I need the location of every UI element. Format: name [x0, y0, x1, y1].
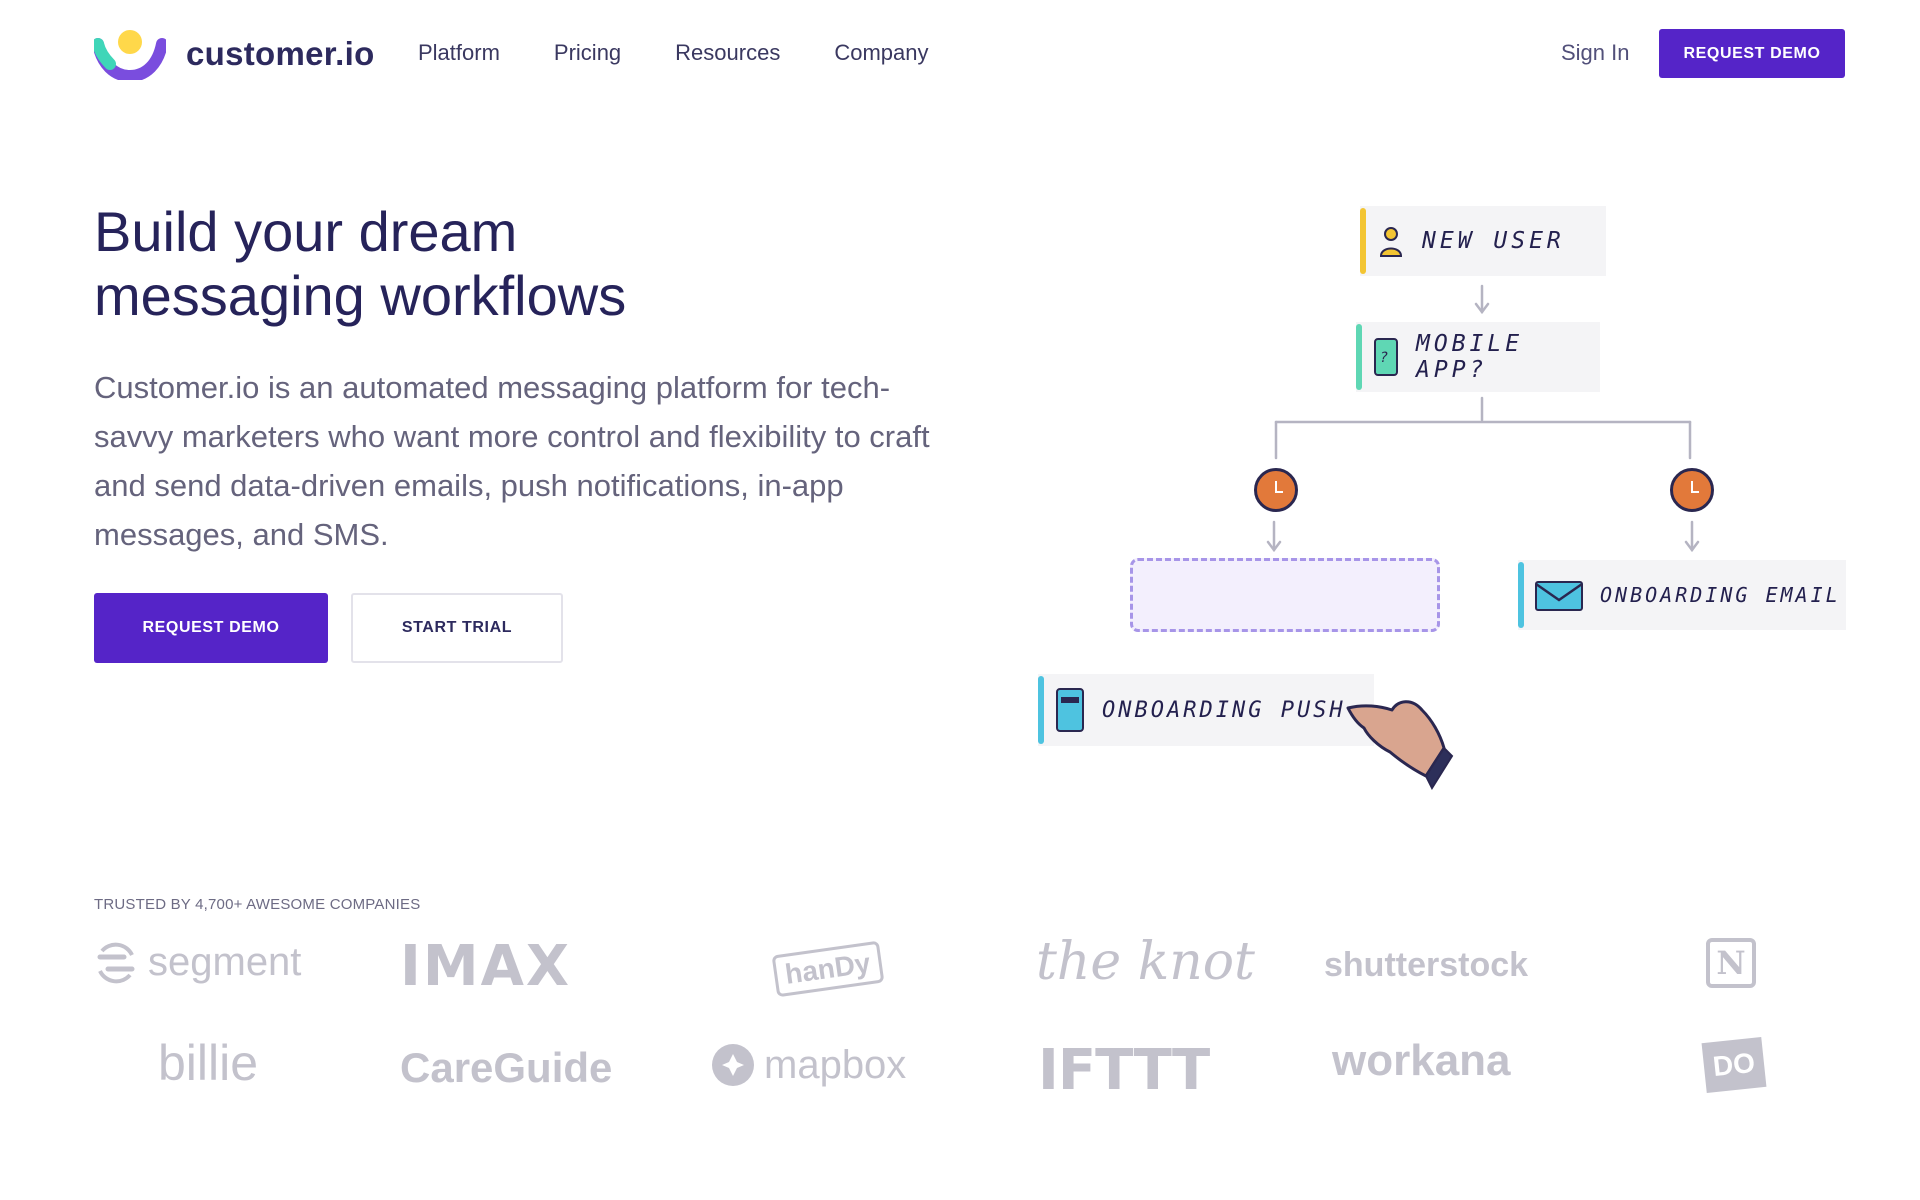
- mapbox-mark-icon: [712, 1044, 754, 1086]
- brand-logo[interactable]: customer.io: [94, 28, 375, 80]
- workflow-card-onboarding-email: ONBOARDING EMAIL: [1518, 560, 1846, 630]
- logo-text: shutterstock: [1324, 946, 1529, 984]
- logo-segment: segment: [94, 940, 301, 985]
- envelope-icon: [1535, 581, 1583, 611]
- svg-text:?: ?: [1380, 350, 1391, 366]
- logo-careguide: CareGuide: [400, 1044, 612, 1092]
- logo-text: billie: [158, 1035, 259, 1091]
- logo-mapbox: mapbox: [710, 1042, 906, 1088]
- nav-item-company[interactable]: Company: [834, 40, 928, 66]
- logo-imax: IMAX: [400, 934, 571, 999]
- card-accent-bar: [1038, 676, 1044, 744]
- brand-name: customer.io: [186, 35, 375, 72]
- card-label: ONBOARDING EMAIL: [1600, 583, 1841, 607]
- logo-text: CareGuide: [400, 1044, 613, 1091]
- hero-title-line-2: messaging workflows: [94, 264, 627, 327]
- workflow-card-mobile-app: ? MOBILE APP?: [1356, 322, 1600, 392]
- logo-shutterstock: shutterstock: [1324, 946, 1528, 985]
- sign-in-link[interactable]: Sign In: [1561, 40, 1630, 66]
- logo-workana: workana: [1332, 1036, 1511, 1086]
- pointing-hand-icon: [1346, 700, 1454, 790]
- segment-mark-icon: [97, 942, 135, 983]
- logo-text: DO: [1711, 1046, 1757, 1083]
- logo-ifttt: IFTTT: [1038, 1038, 1210, 1103]
- card-label: NEW USER: [1422, 228, 1565, 254]
- logo-notion: N: [1706, 938, 1756, 988]
- card-label: MOBILE APP?: [1416, 331, 1524, 383]
- hero-title-line-1: Build your dream: [94, 200, 518, 263]
- logo-text: mapbox: [764, 1042, 907, 1087]
- clock-icon: [1670, 468, 1714, 512]
- hero-title-line-2-wrapper: messaging workflows: [80, 264, 705, 338]
- workflow-card-onboarding-push: ONBOARDING PUSH: [1038, 674, 1374, 746]
- request-demo-button[interactable]: REQUEST DEMO: [94, 593, 328, 663]
- logo-billie: billie: [158, 1034, 258, 1092]
- card-accent-bar: [1360, 208, 1366, 274]
- card-accent-bar: [1356, 324, 1362, 390]
- logo-text: segment: [148, 940, 302, 984]
- main-nav: Platform Pricing Resources Company: [418, 40, 928, 66]
- hero-title: Build your dream messaging workflows: [80, 200, 714, 338]
- logo-text: the knot: [1036, 932, 1255, 992]
- trusted-label: TRUSTED BY 4,700+ AWESOME COMPANIES: [94, 896, 421, 913]
- customerio-logo-icon: [94, 30, 166, 80]
- hero-description: Customer.io is an automated messaging pl…: [94, 370, 930, 552]
- workflow-drop-zone: [1130, 558, 1440, 632]
- workflow-illustration: NEW USER ? MOBILE APP? ONBOARDING EMAIL …: [1030, 190, 1890, 810]
- logo-the-knot: the knot: [1036, 932, 1255, 992]
- phone-icon: [1056, 688, 1084, 732]
- site-header: customer.io Platform Pricing Resources C…: [0, 0, 1920, 106]
- logo-text: workana: [1332, 1036, 1511, 1085]
- start-trial-button[interactable]: START TRIAL: [351, 593, 563, 663]
- logo-handy: hanDy: [771, 940, 884, 998]
- workflow-card-new-user: NEW USER: [1360, 206, 1606, 276]
- nav-item-pricing[interactable]: Pricing: [554, 40, 621, 66]
- logo-text: IMAX: [400, 934, 572, 999]
- person-icon: [1379, 227, 1403, 257]
- nav-item-resources[interactable]: Resources: [675, 40, 780, 66]
- clock-icon: [1254, 468, 1298, 512]
- logo-text: hanDy: [783, 947, 873, 990]
- logo-text: N: [1716, 944, 1746, 982]
- nav-item-platform[interactable]: Platform: [418, 40, 500, 66]
- logo-dosomething: DO: [1701, 1037, 1767, 1093]
- card-accent-bar: [1518, 562, 1524, 628]
- header-request-demo-button[interactable]: REQUEST DEMO: [1659, 29, 1845, 78]
- logo-text: IFTTT: [1038, 1038, 1210, 1103]
- phone-question-icon: ?: [1374, 338, 1398, 376]
- card-label: ONBOARDING PUSH: [1102, 697, 1346, 723]
